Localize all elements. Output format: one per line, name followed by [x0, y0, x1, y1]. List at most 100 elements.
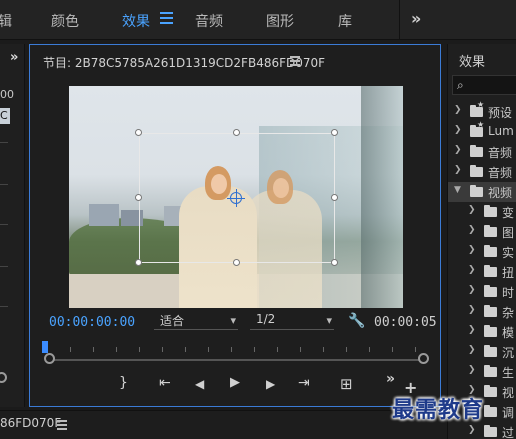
- sequence-tab-label[interactable]: 86FD070F: [0, 416, 61, 430]
- mark-out-button[interactable]: }: [119, 375, 128, 391]
- chevron-right-icon[interactable]: ❯: [468, 425, 476, 435]
- left-panel-divider: [0, 142, 8, 143]
- transform-handle-top-left[interactable]: [135, 129, 142, 136]
- export-frame-button[interactable]: ⊞: [340, 375, 353, 393]
- resolution-dropdown[interactable]: 1/2 ▾: [250, 312, 334, 330]
- anchor-point-icon[interactable]: [227, 189, 245, 207]
- chevron-right-icon[interactable]: ❯: [468, 225, 476, 235]
- workspace-tab-library[interactable]: 库: [338, 11, 352, 31]
- playhead[interactable]: [42, 341, 48, 353]
- chevron-down-icon: ▾: [230, 314, 236, 327]
- transform-handle-bottom-right[interactable]: [331, 259, 338, 266]
- search-icon: ⌕: [457, 78, 464, 92]
- effects-tree-item[interactable]: ❯ 预设: [448, 100, 516, 122]
- fit-dropdown[interactable]: 适合 ▾: [154, 312, 238, 330]
- chevron-down-icon: ▾: [326, 314, 332, 327]
- folder-icon: [484, 345, 497, 357]
- monitor-menu-icon[interactable]: [290, 56, 300, 68]
- chevron-right-icon[interactable]: ❯: [468, 285, 476, 295]
- chevron-right-icon[interactable]: ❯: [454, 125, 462, 135]
- effects-tree-item-label: 生: [502, 366, 515, 380]
- effects-tree-item[interactable]: ❯ 模: [448, 322, 516, 342]
- zoom-scroll-start-knob[interactable]: [44, 353, 55, 364]
- folder-icon: [484, 405, 497, 417]
- go-to-in-button[interactable]: ⇤: [159, 375, 171, 391]
- chevron-right-icon[interactable]: ❯: [468, 205, 476, 215]
- effects-tree-item[interactable]: ❯ 沉: [448, 342, 516, 362]
- go-to-out-button[interactable]: ⇥: [298, 375, 310, 391]
- zoom-scroll-end-knob[interactable]: [418, 353, 429, 364]
- workspace-tab-partial[interactable]: 辑: [0, 11, 12, 31]
- video-glass-pillar: [361, 86, 403, 308]
- chevron-right-icon[interactable]: ❯: [454, 165, 462, 175]
- chevron-right-icon[interactable]: ❯: [468, 245, 476, 255]
- chevron-right-icon[interactable]: ❯: [468, 365, 476, 375]
- zoom-scrollbar-track[interactable]: [50, 359, 424, 361]
- effects-panel-title[interactable]: 效果: [459, 51, 485, 70]
- effects-tree-item[interactable]: ❯ 扭: [448, 262, 516, 282]
- effects-tree-item-label: 实: [502, 246, 515, 260]
- chevron-right-icon[interactable]: ❯: [454, 105, 462, 115]
- workspace-tab-graphics[interactable]: 图形: [266, 11, 294, 31]
- transform-handle-right[interactable]: [331, 194, 338, 201]
- transform-handle-bottom-left[interactable]: [135, 259, 142, 266]
- playhead-timecode[interactable]: 00:00:00:00: [49, 315, 135, 330]
- effects-search-input[interactable]: ⌕: [452, 75, 516, 95]
- effects-tree-item[interactable]: ❯ 杂: [448, 302, 516, 322]
- effects-tree-item-label: 视: [502, 386, 515, 400]
- sequence-menu-icon[interactable]: [57, 420, 67, 432]
- folder-icon: [484, 305, 497, 317]
- effects-tree-item[interactable]: ❯ 生: [448, 362, 516, 382]
- controls-overflow-icon[interactable]: »: [386, 371, 395, 387]
- folder-icon: [484, 425, 497, 437]
- transform-handle-bottom[interactable]: [233, 259, 240, 266]
- effects-tree-item-label: 音频: [488, 166, 513, 180]
- folder-icon: [484, 265, 497, 277]
- left-panel-divider: [0, 184, 8, 185]
- chevron-right-icon[interactable]: ❯: [468, 345, 476, 355]
- workspace-tab-color[interactable]: 颜色: [51, 11, 79, 31]
- left-panel-divider: [0, 266, 8, 267]
- left-panel-overflow-icon[interactable]: »: [10, 50, 18, 65]
- time-ruler[interactable]: [47, 343, 425, 355]
- duration-timecode: 00:00:05: [374, 315, 437, 330]
- chevron-right-icon[interactable]: ❯: [468, 305, 476, 315]
- play-button[interactable]: ▶: [230, 375, 240, 390]
- chevron-right-icon[interactable]: ❯: [468, 265, 476, 275]
- workspace-menu-icon[interactable]: [160, 12, 173, 26]
- folder-icon: [484, 365, 497, 377]
- effects-tree-item-label: 沉: [502, 346, 515, 360]
- effects-tree-item-label: 音频: [488, 146, 513, 160]
- chevron-right-icon[interactable]: ❯: [454, 145, 462, 155]
- effects-tree-item[interactable]: ❯ 时: [448, 282, 516, 302]
- monitor-title: 节目: 2B78C5785A261D1319CD2FB486FD070F: [43, 56, 326, 70]
- folder-icon: [484, 245, 497, 257]
- wrench-icon[interactable]: 🔧: [348, 313, 365, 329]
- workspace-tab-audio[interactable]: 音频: [195, 11, 223, 31]
- effects-tree-item[interactable]: ❯ 变: [448, 202, 516, 222]
- video-frame[interactable]: [69, 86, 403, 308]
- effects-tree-item[interactable]: ❯ 音频: [448, 162, 516, 182]
- step-back-button[interactable]: ◀: [195, 377, 204, 391]
- left-panel-scroll-knob[interactable]: [0, 372, 7, 383]
- left-panel-selected-item[interactable]: C: [0, 108, 10, 124]
- transform-handle-top-right[interactable]: [331, 129, 338, 136]
- effects-tree-item[interactable]: ❯ Lum: [448, 120, 516, 142]
- effects-tree-item-label: 模: [502, 326, 515, 340]
- folder-icon: [484, 325, 497, 337]
- workspace-tab-effects[interactable]: 效果: [122, 11, 150, 31]
- transform-handle-left[interactable]: [135, 194, 142, 201]
- left-panel-divider: [0, 224, 8, 225]
- effects-tree-item[interactable]: ❯ 实: [448, 242, 516, 262]
- workspace-overflow-icon[interactable]: »: [411, 9, 421, 28]
- effects-tree-item[interactable]: ▼ 视频: [448, 182, 516, 202]
- chevron-down-icon[interactable]: ▼: [454, 185, 461, 195]
- effects-tree-item[interactable]: ❯ 图: [448, 222, 516, 242]
- step-forward-button[interactable]: ▶: [266, 377, 275, 391]
- video-building: [89, 204, 119, 226]
- effects-tree-item[interactable]: ❯ 过: [448, 422, 516, 439]
- chevron-right-icon[interactable]: ❯: [468, 325, 476, 335]
- folder-icon: [484, 385, 497, 397]
- transform-handle-top[interactable]: [233, 129, 240, 136]
- effects-tree-item[interactable]: ❯ 音频: [448, 142, 516, 162]
